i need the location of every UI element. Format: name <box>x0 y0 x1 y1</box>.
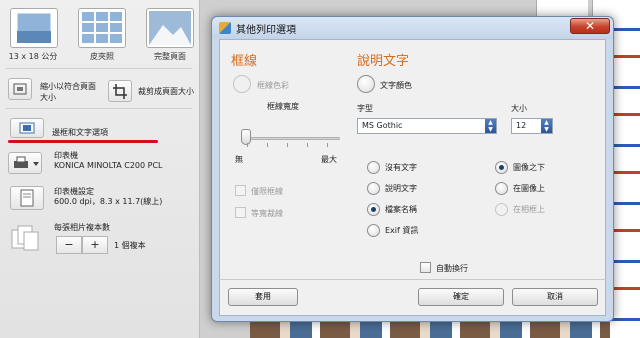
exif-radio[interactable] <box>367 224 380 237</box>
layout-thumbnail-full-page[interactable] <box>146 8 194 48</box>
slider-min-label: 無 <box>235 155 243 164</box>
text-color-label: 文字顏色 <box>380 81 412 90</box>
border-color-button <box>233 75 251 93</box>
caption-heading: 說明文字 <box>357 54 410 69</box>
border-text-options-button[interactable] <box>10 118 44 138</box>
slider-tick <box>247 143 248 147</box>
landscape-photo-icon <box>149 11 191 45</box>
copies-stack-icon <box>11 225 39 251</box>
frame-only-checkbox <box>235 185 246 196</box>
thumbnail-label: 完整頁面 <box>154 52 186 61</box>
border-heading: 框線 <box>231 54 258 69</box>
printer-settings-value: 600.0 dpi，8.3 x 11.7(線上) <box>54 197 163 206</box>
copies-value: 1 個複本 <box>114 241 146 250</box>
photo-icon <box>16 12 52 44</box>
size-value: 12 <box>516 121 527 130</box>
dialog-titlebar[interactable]: 其他列印選項 ✕ <box>212 17 613 39</box>
printer-settings-button[interactable] <box>10 186 44 210</box>
exif-label: Exif 資訊 <box>385 226 419 235</box>
crop-to-page-button[interactable] <box>108 80 132 102</box>
slider-tick <box>267 143 268 147</box>
apply-button[interactable]: 套用 <box>228 288 298 306</box>
shrink-icon <box>13 83 27 95</box>
close-button[interactable]: ✕ <box>570 18 610 34</box>
document-icon <box>20 189 34 207</box>
crop-icon <box>113 84 127 99</box>
equal-crop-label: 等寬裁線 <box>251 209 283 218</box>
copies-label: 每張相片複本數 <box>54 223 110 232</box>
more-print-options-dialog: 其他列印選項 ✕ 框線 框線色彩 框線寬度 無 最大 僅限框線 等寬裁線 說明文… <box>211 16 614 322</box>
thumbnail-label: 皮夾照 <box>90 52 114 61</box>
below-image-radio[interactable] <box>495 161 508 174</box>
font-value: MS Gothic <box>362 121 403 130</box>
caption-label: 說明文字 <box>385 184 417 193</box>
border-width-label: 框線寬度 <box>267 102 299 111</box>
preview-photo-strip <box>250 322 610 338</box>
border-text-options-label: 邊框和文字選項 <box>52 128 108 137</box>
size-label: 大小 <box>511 104 527 113</box>
on-image-radio[interactable] <box>495 182 508 195</box>
cancel-button[interactable]: 取消 <box>512 288 598 306</box>
fit-to-page-button[interactable] <box>8 78 32 100</box>
divider <box>219 279 606 280</box>
layout-thumbnail-13x18[interactable] <box>10 8 58 48</box>
printer-icon <box>14 156 39 168</box>
photo-frame-icon <box>19 122 35 134</box>
thumbnail-label: 13 x 18 公分 <box>8 52 58 61</box>
layout-thumbnail-wallet[interactable] <box>78 8 126 48</box>
no-text-radio[interactable] <box>367 161 380 174</box>
dropdown-arrow-icon: ▲ ▼ <box>485 119 496 133</box>
printer-select-button[interactable] <box>8 152 42 174</box>
border-width-slider[interactable] <box>242 137 340 140</box>
wrap-text-checkbox[interactable] <box>420 262 431 273</box>
border-color-label: 框線色彩 <box>257 81 289 90</box>
size-select[interactable]: 12 ▲ ▼ <box>511 118 553 134</box>
dialog-content: 框線 框線色彩 框線寬度 無 最大 僅限框線 等寬裁線 說明文字 文字顏色 字型… <box>219 39 606 316</box>
text-color-button[interactable] <box>357 75 375 93</box>
slider-tick <box>327 143 328 147</box>
on-frame-label: 在相框上 <box>513 205 545 214</box>
crop-to-page-label: 裁剪成頁面大小 <box>138 87 194 96</box>
ok-button[interactable]: 確定 <box>418 288 504 306</box>
equal-crop-checkbox <box>235 207 246 218</box>
slider-tick <box>287 143 288 147</box>
on-image-label: 在圖像上 <box>513 184 545 193</box>
fit-to-page-label: 縮小以符合頁面大小 <box>40 82 96 102</box>
wrap-text-label: 自動換行 <box>436 264 468 273</box>
app-icon <box>219 22 231 34</box>
dropdown-arrow-icon: ▲ ▼ <box>541 119 552 133</box>
grid-photos-icon <box>82 12 122 43</box>
filename-radio[interactable] <box>367 203 380 216</box>
frame-only-label: 僅限框線 <box>251 187 283 196</box>
below-image-label: 圖像之下 <box>513 163 545 172</box>
decrease-copies-button[interactable]: − <box>56 236 82 254</box>
border-width-slider-thumb[interactable] <box>241 129 251 145</box>
font-label: 字型 <box>357 104 373 113</box>
font-select[interactable]: MS Gothic ▲ ▼ <box>357 118 497 134</box>
highlight-underline <box>8 140 158 143</box>
filename-label: 檔案名稱 <box>385 205 417 214</box>
print-options-panel: 13 x 18 公分 皮夾照 完整頁面 縮小以符合頁面大小 裁剪成頁面大小 邊框… <box>0 0 200 338</box>
dialog-title: 其他列印選項 <box>236 25 296 36</box>
slider-max-label: 最大 <box>321 155 337 164</box>
divider <box>6 108 192 109</box>
slider-tick <box>307 143 308 147</box>
increase-copies-button[interactable]: + <box>82 236 108 254</box>
caption-radio[interactable] <box>367 182 380 195</box>
on-frame-radio <box>495 203 508 216</box>
no-text-label: 沒有文字 <box>385 163 417 172</box>
divider <box>6 68 192 69</box>
printer-name: KONICA MINOLTA C200 PCL <box>54 161 163 170</box>
